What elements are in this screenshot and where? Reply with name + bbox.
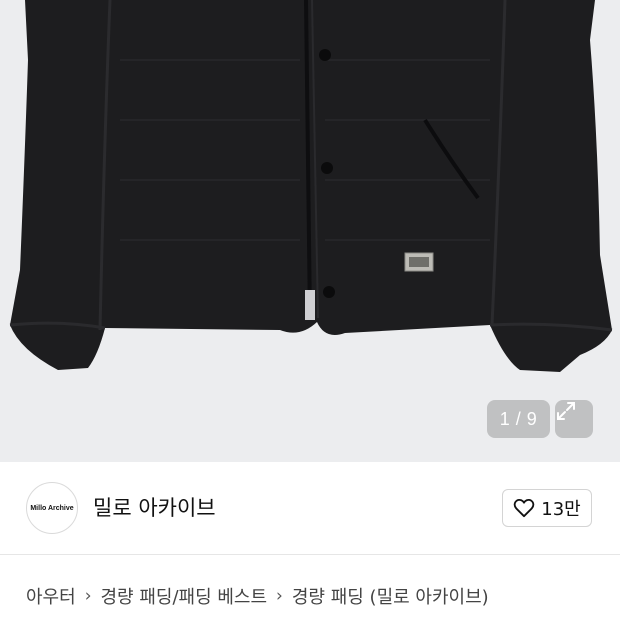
like-button[interactable]: 13만 (502, 489, 592, 527)
breadcrumb-item-outer[interactable]: 아우터 (26, 583, 76, 609)
breadcrumb-item-light-padding-vest[interactable]: 경량 패딩/패딩 베스트 (101, 583, 268, 609)
product-image[interactable]: 1 / 9 (0, 0, 620, 462)
expand-icon (557, 402, 575, 420)
breadcrumb-item-light-padding-brand[interactable]: 경량 패딩 (밀로 아카이브) (292, 583, 489, 609)
chevron-right-icon: › (276, 586, 283, 606)
heart-icon (513, 498, 535, 518)
expand-button[interactable] (555, 400, 593, 438)
image-counter: 1 / 9 (487, 400, 550, 438)
brand-logo-text: Millo Archive (30, 504, 74, 512)
jacket-illustration (9, 0, 613, 372)
brand-name[interactable]: 밀로 아카이브 (93, 492, 216, 524)
brand-logo[interactable]: Millo Archive (26, 482, 78, 534)
breadcrumb: 아우터 › 경량 패딩/패딩 베스트 › 경량 패딩 (밀로 아카이브) (26, 578, 489, 614)
divider (0, 554, 620, 555)
brand-row: Millo Archive 밀로 아카이브 13만 (0, 462, 620, 554)
like-count: 13만 (541, 499, 581, 520)
chevron-right-icon: › (84, 586, 92, 606)
